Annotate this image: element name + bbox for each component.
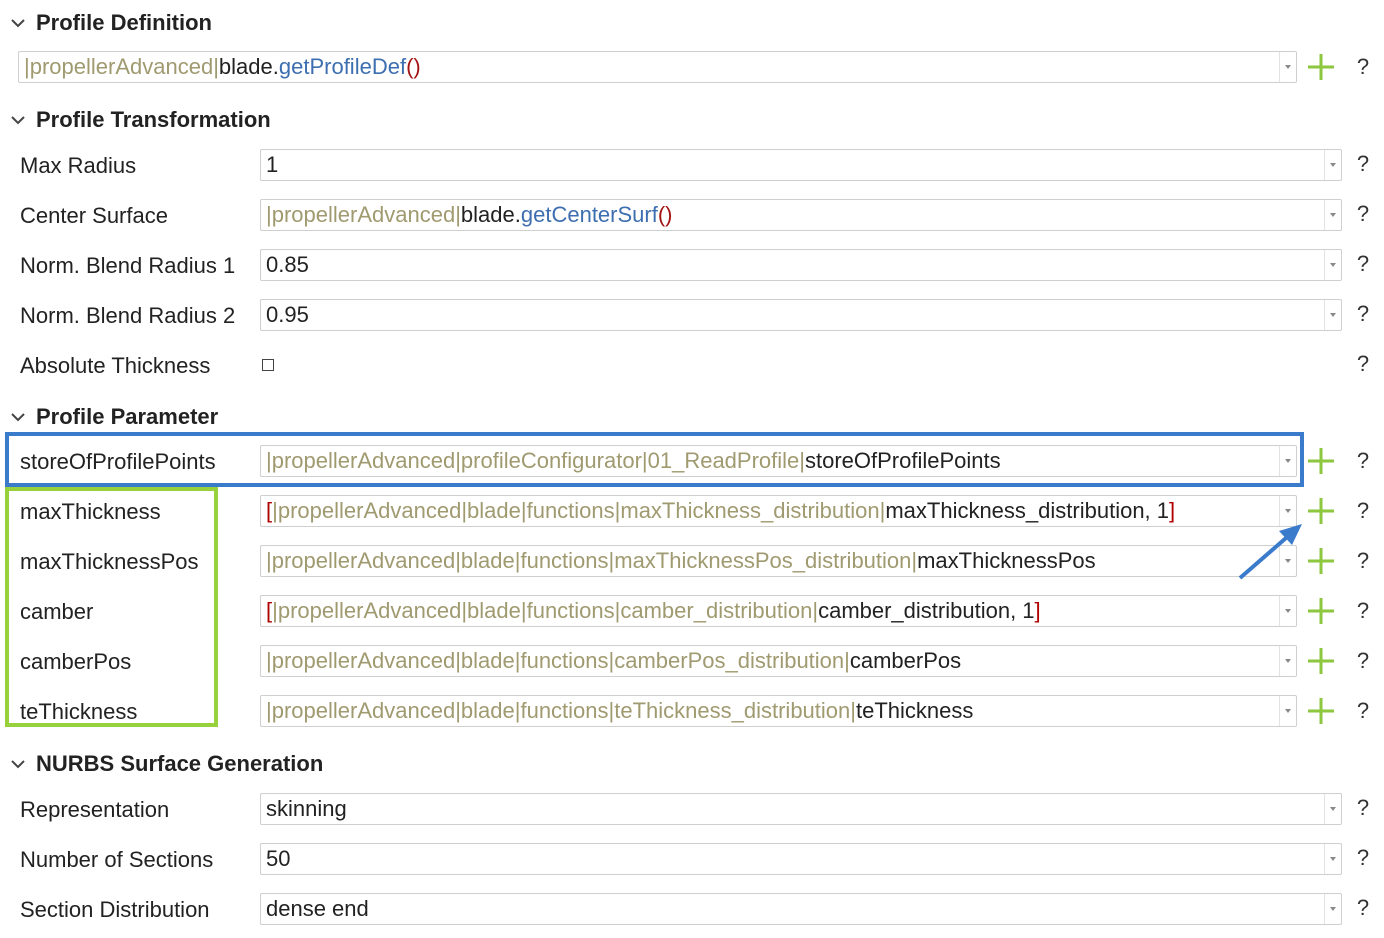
field-value: 50 (266, 846, 291, 871)
number-of-sections-label: Number of Sections (20, 847, 214, 872)
chevron-down-icon[interactable] (8, 754, 28, 774)
dropdown-arrow-icon[interactable] (1324, 794, 1341, 824)
help-icon[interactable]: ? (1354, 893, 1372, 923)
dropdown-arrow-icon[interactable] (1324, 894, 1341, 924)
help-icon[interactable]: ? (1354, 793, 1372, 823)
help-icon[interactable]: ? (1354, 843, 1372, 873)
representation-select[interactable]: skinning (260, 793, 1342, 825)
dropdown-arrow-icon[interactable] (1324, 844, 1341, 874)
field-value: dense end (266, 896, 369, 921)
field-value: skinning (266, 796, 347, 821)
section-distribution-label: Section Distribution (20, 897, 210, 922)
representation-label: Representation (20, 797, 170, 822)
section-header-nurbs-surface-generation[interactable]: NURBS Surface Generation (8, 749, 323, 779)
number-of-sections-input[interactable]: 50 (260, 843, 1342, 875)
section-distribution-select[interactable]: dense end (260, 893, 1342, 925)
section-title: NURBS Surface Generation (36, 751, 324, 776)
